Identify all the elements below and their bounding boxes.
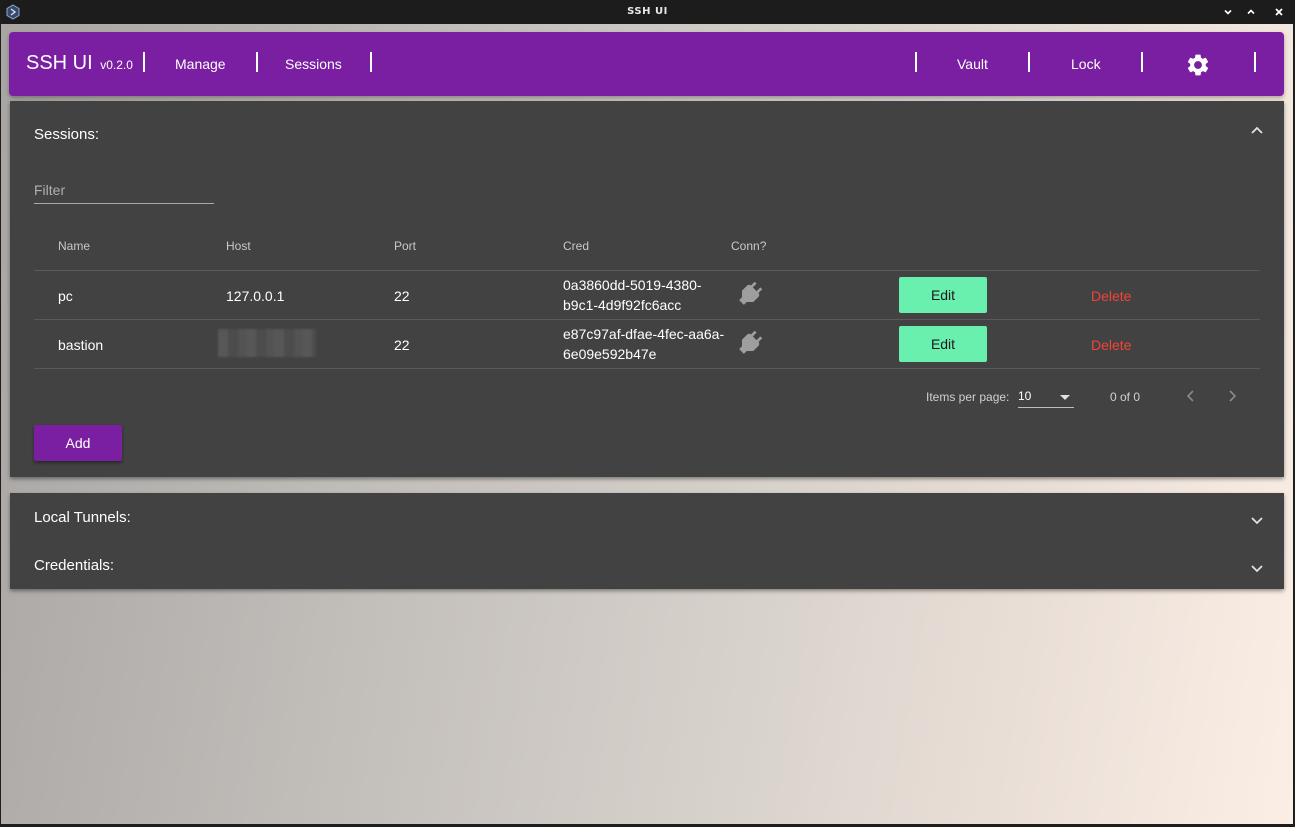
page-range: 0 of 0	[1110, 390, 1141, 404]
filter-underline	[34, 203, 214, 204]
column-header-name: Name	[58, 239, 91, 253]
session-cred-line: 6e09e592b47e	[563, 346, 657, 362]
column-header-host: Host	[226, 239, 251, 253]
edit-button[interactable]: Edit	[899, 326, 987, 362]
minimize-icon[interactable]	[1219, 3, 1237, 21]
redacted-host	[218, 329, 316, 357]
nav-divider	[256, 52, 258, 72]
chevron-up-icon[interactable]	[1250, 124, 1264, 138]
session-port: 22	[394, 337, 410, 353]
delete-button[interactable]: Delete	[1091, 337, 1131, 353]
session-cred-line: 0a3860dd-5019-4380-	[563, 277, 702, 293]
nav-lock[interactable]: Lock	[1071, 56, 1101, 72]
nav-divider	[915, 52, 917, 72]
app-version: v0.2.0	[100, 58, 133, 72]
sessions-panel-title[interactable]: Sessions:	[34, 126, 99, 143]
app-window: SSH UI v0.2.0 Manage Sessions Vault Lock…	[1, 24, 1293, 824]
column-header-conn: Conn?	[731, 239, 767, 253]
nav-divider	[1028, 52, 1030, 72]
session-cred: e87c97af-dfae-4fec-aa6a- 6e09e592b47e	[563, 324, 733, 364]
session-host: 127.0.0.1	[226, 288, 285, 304]
local-tunnels-panel-title[interactable]: Local Tunnels:	[34, 509, 131, 526]
nav-manage[interactable]: Manage	[175, 56, 226, 72]
nav-divider	[1254, 52, 1256, 72]
column-header-port: Port	[394, 239, 417, 253]
table-divider	[34, 270, 1260, 271]
plug-icon	[739, 330, 763, 354]
brand: SSH UI v0.2.0	[26, 52, 133, 75]
previous-page-icon[interactable]	[1183, 388, 1199, 404]
session-name: pc	[58, 288, 73, 304]
session-cred: 0a3860dd-5019-4380- b9c1-4d9f92fc6acc	[563, 275, 733, 315]
close-icon[interactable]	[1270, 3, 1288, 21]
nav-divider	[1141, 52, 1143, 72]
items-per-page-label: Items per page:	[926, 390, 1010, 404]
nav-vault[interactable]: Vault	[957, 56, 988, 72]
add-session-button[interactable]: Add	[34, 425, 122, 461]
next-page-icon[interactable]	[1224, 388, 1240, 404]
table-divider	[34, 319, 1260, 320]
filter-input[interactable]: Filter	[34, 182, 65, 198]
gear-icon[interactable]	[1185, 52, 1211, 78]
edit-button[interactable]: Edit	[899, 277, 987, 313]
column-header-cred: Cred	[563, 239, 590, 253]
plug-icon	[739, 281, 763, 305]
nav-sessions[interactable]: Sessions	[285, 56, 342, 72]
session-port: 22	[394, 288, 410, 304]
session-cred-line: b9c1-4d9f92fc6acc	[563, 297, 682, 313]
collapsed-panels: Local Tunnels: Credentials:	[10, 493, 1284, 589]
sessions-panel: Sessions: Filter Name Host Port Cred Con…	[10, 101, 1284, 477]
window-titlebar: SSH UI	[0, 0, 1295, 24]
brand-name: SSH UI	[26, 52, 93, 74]
nav-divider	[370, 52, 372, 72]
table-divider	[34, 368, 1260, 369]
dropdown-arrow-icon[interactable]	[1060, 395, 1070, 400]
chevron-down-icon[interactable]	[1250, 513, 1264, 527]
top-navbar: SSH UI v0.2.0 Manage Sessions Vault Lock	[9, 32, 1284, 96]
session-name: bastion	[58, 337, 104, 353]
window-title: SSH UI	[627, 6, 668, 17]
credentials-panel-title[interactable]: Credentials:	[34, 557, 114, 574]
select-underline	[1018, 407, 1074, 408]
maximize-icon[interactable]	[1242, 3, 1260, 21]
chevron-down-icon[interactable]	[1250, 561, 1264, 575]
delete-button[interactable]: Delete	[1091, 288, 1131, 304]
nav-divider	[143, 52, 145, 72]
session-cred-line: e87c97af-dfae-4fec-aa6a-	[563, 326, 725, 342]
